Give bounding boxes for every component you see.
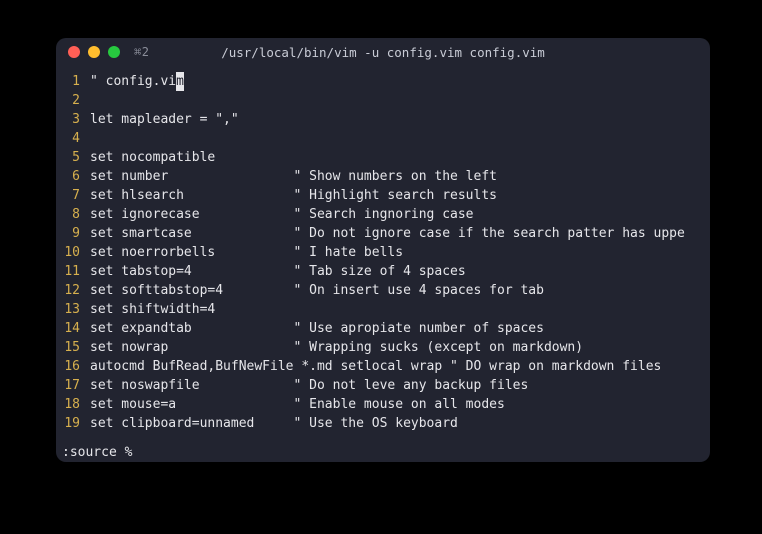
line-content[interactable]: let mapleader = "," bbox=[90, 110, 710, 129]
line-content[interactable]: autocmd BufRead,BufNewFile *.md setlocal… bbox=[90, 357, 710, 376]
line-number: 2 bbox=[56, 91, 90, 110]
editor-line[interactable]: 15set nowrap " Wrapping sucks (except on… bbox=[56, 338, 710, 357]
line-number: 19 bbox=[56, 414, 90, 433]
editor-line[interactable]: 17set noswapfile " Do not leve any backu… bbox=[56, 376, 710, 395]
editor-line[interactable]: 1" config.vim bbox=[56, 72, 710, 91]
line-number: 7 bbox=[56, 186, 90, 205]
line-content[interactable]: set mouse=a " Enable mouse on all modes bbox=[90, 395, 710, 414]
line-number: 10 bbox=[56, 243, 90, 262]
editor-line[interactable]: 4 bbox=[56, 129, 710, 148]
editor-line[interactable]: 19set clipboard=unnamed " Use the OS key… bbox=[56, 414, 710, 433]
line-content[interactable]: set number " Show numbers on the left bbox=[90, 167, 710, 186]
line-content[interactable]: set hlsearch " Highlight search results bbox=[90, 186, 710, 205]
line-content[interactable]: set smartcase " Do not ignore case if th… bbox=[90, 224, 710, 243]
line-number: 1 bbox=[56, 72, 90, 91]
line-number: 16 bbox=[56, 357, 90, 376]
tab-shortcut-label: ⌘2 bbox=[134, 45, 149, 59]
editor-viewport[interactable]: 1" config.vim23let mapleader = ","45set … bbox=[56, 66, 710, 442]
editor-line[interactable]: 16autocmd BufRead,BufNewFile *.md setloc… bbox=[56, 357, 710, 376]
line-content[interactable]: set shiftwidth=4 bbox=[90, 300, 710, 319]
minimize-icon[interactable] bbox=[88, 46, 100, 58]
editor-line[interactable]: 6set number " Show numbers on the left bbox=[56, 167, 710, 186]
editor-line[interactable]: 13set shiftwidth=4 bbox=[56, 300, 710, 319]
titlebar: ⌘2 /usr/local/bin/vim -u config.vim conf… bbox=[56, 38, 710, 66]
line-content[interactable]: set nocompatible bbox=[90, 148, 710, 167]
line-content[interactable]: set ignorecase " Search ingnoring case bbox=[90, 205, 710, 224]
editor-line[interactable]: 3let mapleader = "," bbox=[56, 110, 710, 129]
window-controls bbox=[68, 46, 120, 58]
editor-line[interactable]: 7set hlsearch " Highlight search results bbox=[56, 186, 710, 205]
editor-line[interactable]: 18set mouse=a " Enable mouse on all mode… bbox=[56, 395, 710, 414]
line-content[interactable]: set softtabstop=4 " On insert use 4 spac… bbox=[90, 281, 710, 300]
line-number: 5 bbox=[56, 148, 90, 167]
vim-command-line[interactable]: :source % bbox=[56, 442, 710, 462]
line-content[interactable]: set clipboard=unnamed " Use the OS keybo… bbox=[90, 414, 710, 433]
line-content[interactable]: set expandtab " Use apropiate number of … bbox=[90, 319, 710, 338]
line-content[interactable]: set noerrorbells " I hate bells bbox=[90, 243, 710, 262]
line-number: 18 bbox=[56, 395, 90, 414]
line-number: 11 bbox=[56, 262, 90, 281]
window-title: /usr/local/bin/vim -u config.vim config.… bbox=[221, 45, 545, 60]
line-number: 17 bbox=[56, 376, 90, 395]
line-number: 3 bbox=[56, 110, 90, 129]
line-number: 12 bbox=[56, 281, 90, 300]
line-content[interactable]: " config.vim bbox=[90, 72, 710, 91]
line-content[interactable]: set noswapfile " Do not leve any backup … bbox=[90, 376, 710, 395]
editor-line[interactable]: 8set ignorecase " Search ingnoring case bbox=[56, 205, 710, 224]
line-content[interactable] bbox=[90, 129, 710, 148]
line-number: 13 bbox=[56, 300, 90, 319]
editor-line[interactable]: 14set expandtab " Use apropiate number o… bbox=[56, 319, 710, 338]
line-number: 15 bbox=[56, 338, 90, 357]
editor-line[interactable]: 10set noerrorbells " I hate bells bbox=[56, 243, 710, 262]
line-number: 4 bbox=[56, 129, 90, 148]
line-content[interactable] bbox=[90, 91, 710, 110]
line-content[interactable]: set nowrap " Wrapping sucks (except on m… bbox=[90, 338, 710, 357]
zoom-icon[interactable] bbox=[108, 46, 120, 58]
editor-line[interactable]: 5set nocompatible bbox=[56, 148, 710, 167]
line-content[interactable]: set tabstop=4 " Tab size of 4 spaces bbox=[90, 262, 710, 281]
editor-line[interactable]: 12set softtabstop=4 " On insert use 4 sp… bbox=[56, 281, 710, 300]
line-number: 6 bbox=[56, 167, 90, 186]
line-number: 8 bbox=[56, 205, 90, 224]
editor-line[interactable]: 9set smartcase " Do not ignore case if t… bbox=[56, 224, 710, 243]
line-number: 14 bbox=[56, 319, 90, 338]
editor-line[interactable]: 2 bbox=[56, 91, 710, 110]
terminal-window: ⌘2 /usr/local/bin/vim -u config.vim conf… bbox=[56, 38, 710, 462]
text-cursor: m bbox=[176, 72, 184, 91]
line-number: 9 bbox=[56, 224, 90, 243]
close-icon[interactable] bbox=[68, 46, 80, 58]
editor-line[interactable]: 11set tabstop=4 " Tab size of 4 spaces bbox=[56, 262, 710, 281]
